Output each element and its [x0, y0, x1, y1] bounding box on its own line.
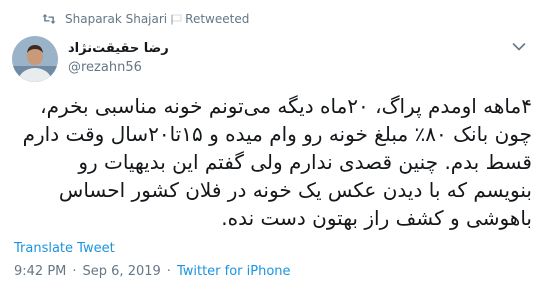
author-block[interactable]: رضا حقیقت‌نژاد @rezahn56	[68, 40, 169, 78]
retweet-context: Shaparak Shajari Retweeted	[42, 12, 249, 26]
meta-separator: ·	[72, 264, 77, 279]
tweet-card[interactable]: Shaparak Shajari Retweeted رضا حقیقت‌نژا…	[0, 0, 542, 296]
author-name[interactable]: رضا حقیقت‌نژاد	[68, 40, 169, 58]
meta-separator: ·	[166, 264, 171, 279]
retweeter-name[interactable]: Shaparak Shajari	[65, 12, 167, 26]
chevron-down-icon[interactable]	[512, 42, 526, 52]
tweet-date[interactable]: Sep 6, 2019	[83, 264, 161, 279]
translate-tweet-link[interactable]: Translate Tweet	[14, 241, 115, 256]
avatar[interactable]	[12, 36, 58, 82]
tweet-metadata: 9:42 PM · Sep 6, 2019 · Twitter for iPho…	[14, 264, 291, 279]
tweet-text: ۴ماهه اومدم پراگ، ۲۰ماه دیگه می‌تونم خون…	[22, 94, 532, 230]
flag-icon	[171, 14, 182, 25]
retweeted-label: Retweeted	[185, 12, 250, 26]
retweet-icon	[42, 13, 56, 25]
tweet-source-link[interactable]: Twitter for iPhone	[177, 264, 291, 279]
author-handle[interactable]: @rezahn56	[68, 58, 169, 78]
tweet-time[interactable]: 9:42 PM	[14, 264, 66, 279]
